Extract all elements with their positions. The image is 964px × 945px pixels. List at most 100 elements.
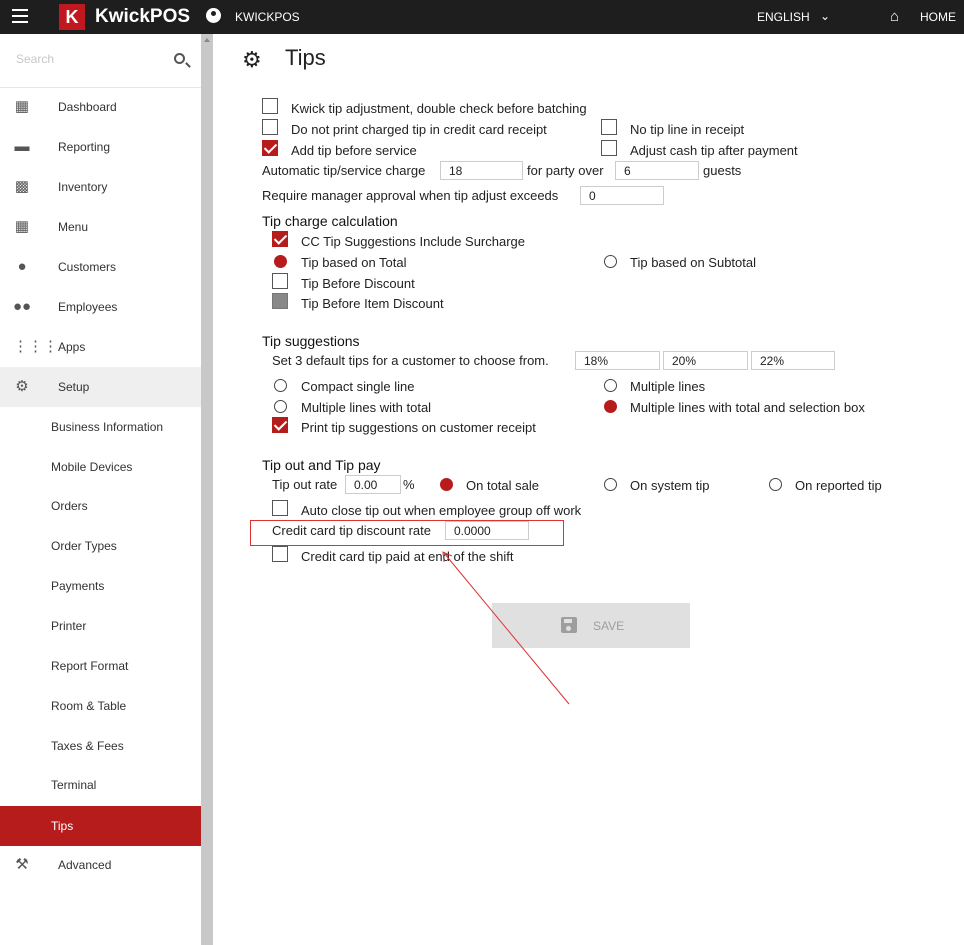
on-total-sale-radio[interactable] (440, 478, 453, 491)
sidebar-item-apps[interactable]: ⋮⋮⋮ Apps (0, 327, 201, 367)
on-reported-tip-label: On reported tip (795, 478, 882, 493)
grid-icon: ▦ (14, 218, 30, 235)
sidebar-item-tips[interactable]: Tips (0, 806, 201, 846)
compact-single-line-radio[interactable] (274, 379, 287, 392)
sidebar-item-orders[interactable]: Orders (0, 486, 201, 526)
multiple-lines-label: Multiple lines (630, 379, 706, 394)
sidebar-item-label: Report Format (51, 659, 129, 673)
save-button-label: SAVE (593, 619, 625, 633)
manager-approval-input[interactable] (580, 186, 664, 205)
add-tip-before-service-checkbox[interactable] (262, 140, 278, 156)
add-tip-before-service-label: Add tip before service (291, 143, 417, 158)
apps-icon: ⋮⋮⋮ (13, 338, 58, 355)
cc-discount-rate-input[interactable] (445, 521, 529, 540)
account-circle-icon: ● (17, 258, 27, 275)
search-input[interactable] (16, 52, 166, 66)
sidebar-item-dashboard[interactable]: ▦ Dashboard (0, 87, 201, 127)
print-suggestions-label: Print tip suggestions on customer receip… (301, 420, 536, 435)
kwickpos-logo: K (59, 4, 85, 30)
sidebar-item-employees[interactable]: ●● Employees (0, 287, 201, 327)
tip-on-total-radio[interactable] (274, 255, 287, 268)
sidebar-item-payments[interactable]: Payments (0, 566, 201, 606)
sidebar-item-setup[interactable]: ⚙ Setup (0, 367, 201, 407)
sidebar-item-label: Tips (51, 819, 74, 833)
sidebar-item-terminal[interactable]: Terminal (0, 765, 201, 805)
tip-out-heading: Tip out and Tip pay (262, 457, 381, 473)
top-bar: K KwickPOS KWICKPOS ENGLISH ⌄ ⌂ HOME (0, 0, 964, 34)
sidebar-item-reporting[interactable]: ▬ Reporting (0, 127, 201, 167)
cc-surcharge-label: CC Tip Suggestions Include Surcharge (301, 234, 526, 249)
sidebar-item-printer[interactable]: Printer (0, 606, 201, 646)
on-reported-tip-radio[interactable] (769, 478, 782, 491)
sidebar-item-report-format[interactable]: Report Format (0, 646, 201, 686)
on-system-tip-radio[interactable] (604, 478, 617, 491)
sidebar-item-label: Setup (58, 380, 90, 394)
dashboard-icon: ▦ (14, 98, 30, 115)
sidebar-item-room-table[interactable]: Room & Table (0, 686, 201, 726)
annotation-arrow (442, 551, 570, 705)
sidebar-item-business-information[interactable]: Business Information (0, 407, 201, 447)
language-selector[interactable]: ENGLISH (757, 10, 810, 24)
account-name[interactable]: KWICKPOS (235, 10, 300, 24)
sidebar-item-label: Inventory (58, 180, 108, 194)
percent-label: % (403, 477, 415, 492)
guests-label: guests (703, 163, 742, 178)
no-print-charged-tip-label: Do not print charged tip in credit card … (291, 122, 547, 137)
kwick-tip-adjustment-checkbox[interactable] (262, 98, 278, 114)
multiple-lines-total-label: Multiple lines with total (301, 400, 432, 415)
brand-name: KwickPOS (95, 6, 191, 27)
sidebar-item-label: Menu (58, 220, 89, 234)
sidebar-item-inventory[interactable]: ▩ Inventory (0, 167, 201, 207)
auto-close-tip-out-label: Auto close tip out when employee group o… (301, 503, 582, 518)
auto-close-tip-out-checkbox[interactable] (272, 500, 288, 516)
search-icon[interactable] (174, 53, 185, 64)
default-tips-label: Set 3 default tips for a customer to cho… (272, 353, 549, 368)
scroll-up-icon[interactable] (204, 38, 210, 42)
tip-before-item-discount-checkbox[interactable] (272, 293, 288, 309)
multiple-lines-radio[interactable] (604, 379, 617, 392)
cc-discount-rate-label: Credit card tip discount rate (272, 523, 431, 538)
sidebar-item-taxes-fees[interactable]: Taxes & Fees (0, 726, 201, 766)
default-tip-1-input[interactable] (575, 351, 660, 370)
multiple-lines-total-box-radio[interactable] (604, 400, 617, 413)
no-print-charged-tip-checkbox[interactable] (262, 119, 278, 135)
tip-before-discount-checkbox[interactable] (272, 273, 288, 289)
default-tip-3-input[interactable] (751, 351, 835, 370)
reporting-icon: ▬ (14, 138, 30, 155)
sidebar-item-label: Payments (51, 579, 105, 593)
tip-on-subtotal-label: Tip based on Subtotal (630, 255, 756, 270)
multiple-lines-total-radio[interactable] (274, 400, 287, 413)
sidebar-item-advanced[interactable]: ⚒ Advanced (0, 845, 201, 885)
kwick-tip-adjustment-label: Kwick tip adjustment, double check befor… (291, 101, 587, 116)
home-icon[interactable]: ⌂ (890, 8, 899, 25)
chevron-down-icon[interactable]: ⌄ (820, 9, 830, 23)
sidebar-item-order-types[interactable]: Order Types (0, 526, 201, 566)
sidebar-item-label: Terminal (51, 778, 97, 792)
sidebar-scrollbar[interactable] (201, 34, 213, 945)
sidebar-item-label: Order Types (51, 539, 117, 553)
sidebar-item-label: Taxes & Fees (51, 739, 124, 753)
adjust-cash-tip-checkbox[interactable] (601, 140, 617, 156)
sidebar-item-mobile-devices[interactable]: Mobile Devices (0, 447, 201, 487)
cc-surcharge-checkbox[interactable] (272, 231, 288, 247)
sidebar-item-label: Printer (51, 619, 87, 633)
print-suggestions-checkbox[interactable] (272, 417, 288, 433)
auto-charge-input[interactable] (440, 161, 523, 180)
account-icon[interactable] (206, 8, 221, 23)
cc-tip-paid-end-checkbox[interactable] (272, 546, 288, 562)
no-tip-line-checkbox[interactable] (601, 119, 617, 135)
home-link[interactable]: HOME (920, 10, 956, 24)
tip-on-subtotal-radio[interactable] (604, 255, 617, 268)
party-over-input[interactable] (615, 161, 699, 180)
tip-on-total-label: Tip based on Total (301, 255, 407, 270)
menu-icon[interactable] (12, 9, 28, 23)
sidebar-item-label: Mobile Devices (51, 460, 133, 474)
sidebar-item-menu[interactable]: ▦ Menu (0, 207, 201, 247)
sidebar-item-label: Business Information (51, 420, 164, 434)
wrench-icon: ⚒ (15, 856, 29, 873)
default-tip-2-input[interactable] (663, 351, 748, 370)
sidebar-item-customers[interactable]: ● Customers (0, 247, 201, 287)
tip-out-rate-input[interactable] (345, 475, 401, 494)
gear-icon: ⚙ (242, 47, 262, 72)
adjust-cash-tip-label: Adjust cash tip after payment (630, 143, 798, 158)
